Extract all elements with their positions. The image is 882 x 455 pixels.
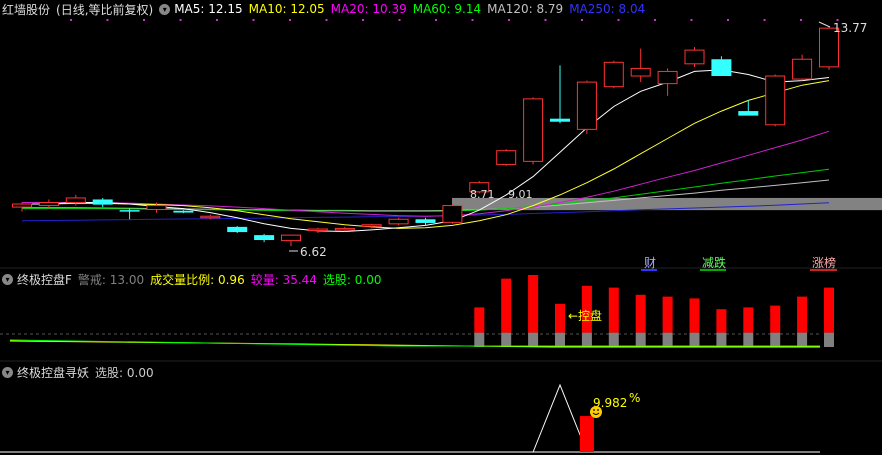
candle-body (684, 49, 705, 65)
candle-body (173, 210, 194, 213)
grid-dot (617, 19, 620, 21)
signal-triangle-line (532, 383, 588, 453)
candle-body (415, 219, 436, 223)
jiandie-marker[interactable]: 减跌 (702, 255, 726, 270)
volume-base-bar (555, 332, 565, 347)
grid-dot (654, 19, 656, 21)
candle-body (738, 111, 759, 116)
candle-body (361, 224, 382, 227)
volume-base-bar (528, 332, 539, 347)
volume-base-bar (770, 332, 781, 347)
signal-bar (579, 416, 594, 452)
volume-base-bar (689, 332, 700, 347)
grid-dot (690, 19, 693, 21)
candle-body (281, 234, 301, 242)
grid-dot (179, 19, 182, 21)
volume-base-bar (797, 332, 808, 347)
candle-body (630, 67, 651, 77)
grid-dot (362, 19, 364, 21)
candle-body (38, 202, 59, 207)
candle-body (603, 61, 624, 88)
volume-bar (824, 287, 834, 333)
candle-body (576, 81, 597, 130)
volume-base-bar (635, 332, 646, 347)
grid-dot (325, 19, 328, 21)
kongpan-arrow: ← (568, 309, 578, 323)
finance-marker[interactable]: 财 (644, 256, 656, 270)
volume-bar (689, 298, 700, 333)
candle-body (92, 199, 113, 205)
candle-body (12, 203, 32, 208)
grid-dot (581, 19, 583, 21)
candle-body (792, 58, 813, 80)
smiley-eye-icon (593, 409, 595, 411)
volume-bar (608, 287, 619, 333)
volume-bar (528, 275, 539, 333)
grid-dot (435, 19, 437, 21)
volume-base-bar (501, 332, 512, 347)
grid-dot (252, 19, 255, 21)
candle-body (119, 210, 140, 212)
volume-base-bar (474, 332, 485, 347)
volume-bar (501, 278, 512, 333)
smiley-icon (590, 406, 602, 418)
candle-body (146, 205, 167, 211)
volume-bar (474, 307, 485, 333)
grid-dot (106, 19, 109, 21)
price-chart: 13.77 6.62 8.71 9.01 财 减跌 涨榜 ← 控盘 9.982 … (0, 19, 882, 453)
price-label-a: 8.71 (470, 188, 495, 201)
price-label-b: 9.01 (508, 188, 533, 201)
zhangbang-marker[interactable]: 涨榜 (812, 255, 836, 270)
grid-dot (216, 19, 218, 21)
volume-base-bar (608, 332, 619, 347)
candle-body (765, 75, 786, 126)
candle-body (65, 197, 86, 204)
pct-sign: % (629, 391, 640, 405)
grid-dot (398, 19, 401, 21)
volume-bar (716, 309, 727, 333)
high-price-label: 13.77 (833, 21, 867, 35)
grid-dot (471, 19, 474, 21)
grid-dot (289, 19, 291, 21)
volume-base-bar (581, 332, 592, 347)
volume-base-bar (743, 332, 754, 347)
candle-body (550, 118, 570, 122)
grid-dot (70, 19, 72, 21)
candle-body (657, 70, 678, 85)
candle-body (442, 205, 463, 223)
volume-base-bar (662, 332, 673, 347)
candle-body (711, 59, 732, 77)
candle-body (200, 215, 221, 219)
volume-bar (743, 307, 754, 333)
candle-body (334, 227, 355, 231)
volume-base-bar (824, 332, 834, 347)
smiley-eye-icon (597, 409, 599, 411)
kongpan-label: 控盘 (578, 308, 602, 323)
candle-body (254, 235, 275, 241)
candle-body (523, 98, 544, 162)
grid-dot (800, 19, 802, 21)
low-price-label: 6.62 (300, 245, 327, 259)
volume-bar (770, 305, 781, 333)
candle-body (388, 218, 409, 225)
volume-bar (797, 296, 808, 333)
volume-bar (555, 303, 565, 333)
grid-dot (508, 19, 510, 21)
candle-body (307, 228, 328, 232)
grid-dot (763, 19, 766, 21)
grid-dot (544, 19, 547, 21)
candle-body (227, 226, 248, 233)
candle-body (496, 150, 517, 165)
grid-dot (143, 19, 145, 21)
grid-dot (727, 19, 729, 21)
volume-bar (662, 296, 673, 333)
volume-bar (635, 294, 646, 333)
volume-base-bar (716, 332, 727, 347)
